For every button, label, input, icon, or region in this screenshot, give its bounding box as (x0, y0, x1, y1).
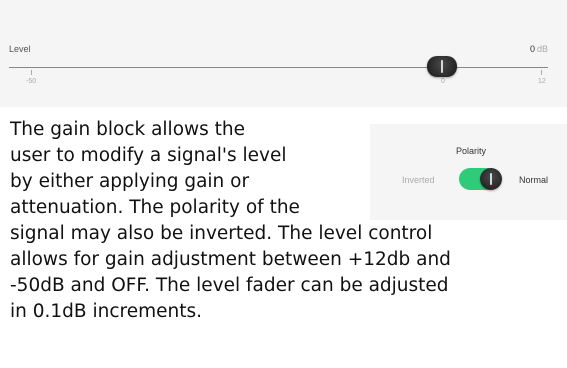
tick-max-label: 12 (538, 78, 546, 85)
description-line: The gain block allows the (10, 119, 246, 140)
description-line: by either applying gain or (10, 171, 250, 192)
level-value: 0 (529, 44, 535, 54)
tick-zero-label: 0 (441, 78, 445, 85)
fader-grip (441, 60, 443, 73)
fader-knob-icon[interactable] (427, 56, 457, 77)
level-label: Level (9, 44, 31, 54)
description-line: user to modify a signal's level (10, 145, 287, 166)
description-line: signal may also be inverted. The level c… (10, 223, 433, 244)
toggle-knob-icon (480, 168, 502, 190)
description-line: attenuation. The polarity of the (10, 197, 300, 218)
polarity-normal-label: Normal (519, 175, 549, 185)
polarity-inverted-label: Inverted (402, 175, 435, 185)
tick-max (541, 70, 542, 75)
polarity-toggle[interactable] (459, 168, 502, 190)
polarity-title: Polarity (456, 146, 487, 156)
level-fader-track[interactable] (9, 67, 548, 68)
level-value-readout: 0 dB (530, 44, 548, 54)
polarity-panel: Polarity Inverted Normal (370, 124, 567, 220)
description-line: -50dB and OFF. The level fader can be ad… (10, 275, 449, 296)
description-line: allows for gain adjustment between +12db… (10, 249, 451, 270)
tick-min (31, 70, 32, 75)
tick-min-label: -50 (26, 78, 37, 85)
toggle-grip (490, 173, 492, 185)
level-unit: dB (536, 44, 548, 54)
level-fader-panel: Level 0 dB -50 0 12 (0, 0, 567, 107)
description-line: in 0.1dB increments. (10, 301, 203, 322)
